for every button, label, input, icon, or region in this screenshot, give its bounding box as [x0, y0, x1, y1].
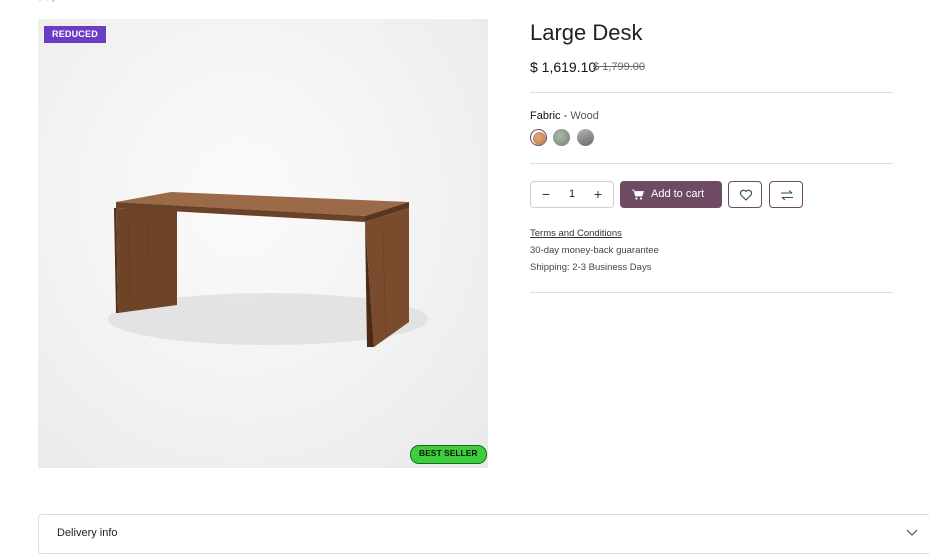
cart-icon — [632, 189, 644, 200]
attribute-label: Fabric - Wood — [530, 110, 599, 122]
best-seller-badge: BEST SELLER — [410, 445, 487, 464]
old-price: $ 1,799.00 — [593, 61, 645, 73]
divider — [530, 292, 893, 293]
compare-icon — [781, 190, 793, 201]
swatch-green-marble-color — [553, 129, 570, 146]
attribute-name: Fabric — [530, 110, 561, 122]
swatch-wood-color — [533, 132, 546, 145]
quantity-stepper: − 1 + — [530, 181, 614, 208]
shipping-text: Shipping: 2-3 Business Days — [530, 262, 652, 273]
attribute-value: Wood — [570, 110, 599, 122]
swatch-green-marble[interactable] — [553, 129, 570, 146]
quantity-increase-button[interactable]: + — [585, 182, 611, 207]
add-to-cart-label: Add to cart — [651, 188, 705, 200]
quantity-input[interactable]: 1 — [557, 182, 587, 207]
terms-link[interactable]: Terms and Conditions — [530, 228, 622, 239]
divider — [530, 92, 893, 93]
desk-illustration — [108, 192, 428, 347]
reduced-badge: REDUCED — [44, 26, 106, 43]
accordion-title: Delivery info — [57, 527, 118, 539]
current-price: $ 1,619.10 — [530, 59, 597, 75]
chevron-down-icon — [906, 529, 918, 536]
breadcrumb-fragment: · · › — [38, 0, 56, 6]
swatch-grey-stone[interactable] — [577, 129, 594, 146]
swatch-wood[interactable] — [530, 129, 547, 146]
compare-button[interactable] — [769, 181, 803, 208]
swatch-grey-stone-color — [577, 129, 594, 146]
guarantee-text: 30-day money-back guarantee — [530, 245, 659, 256]
product-title: Large Desk — [530, 20, 643, 45]
heart-icon — [739, 189, 753, 201]
wishlist-button[interactable] — [728, 181, 762, 208]
product-image[interactable] — [38, 19, 488, 468]
attribute-separator: - — [560, 110, 571, 122]
quantity-decrease-button[interactable]: − — [533, 182, 559, 207]
divider — [530, 163, 893, 164]
delivery-info-accordion[interactable]: Delivery info — [38, 514, 929, 554]
add-to-cart-button[interactable]: Add to cart — [620, 181, 722, 208]
